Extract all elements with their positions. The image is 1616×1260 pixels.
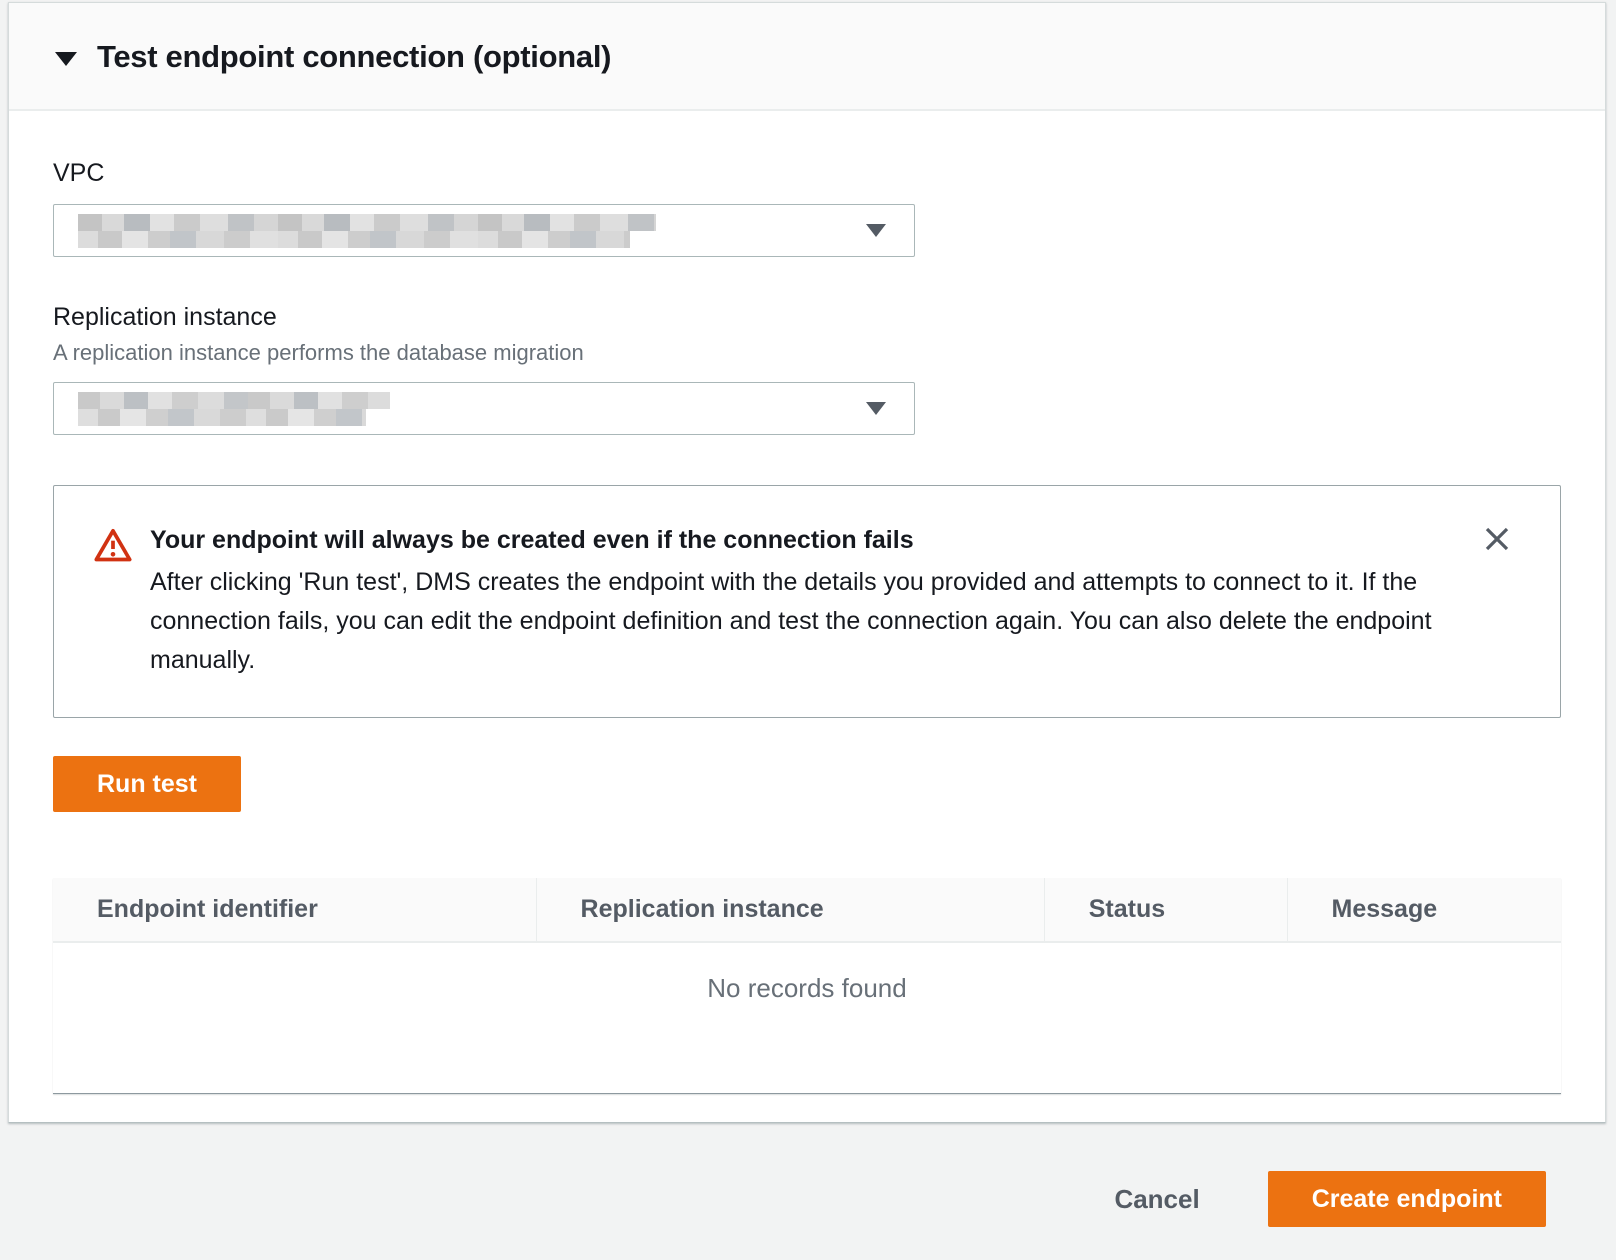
create-endpoint-button[interactable]: Create endpoint	[1268, 1171, 1546, 1227]
replication-instance-selected-value-redacted	[78, 392, 390, 426]
column-header-message: Message	[1287, 878, 1561, 941]
column-header-endpoint-identifier: Endpoint identifier	[53, 878, 536, 941]
form-footer: Cancel Create endpoint	[0, 1123, 1616, 1227]
run-test-button[interactable]: Run test	[53, 756, 241, 812]
replication-instance-description: A replication instance performs the data…	[53, 340, 1561, 366]
alert-body: After clicking 'Run test', DMS creates t…	[150, 563, 1440, 679]
vpc-selected-value-redacted	[78, 214, 656, 248]
table-body: No records found	[53, 943, 1561, 1093]
test-results-table: Endpoint identifier Replication instance…	[53, 878, 1561, 1094]
table-header-row: Endpoint identifier Replication instance…	[53, 878, 1561, 943]
chevron-down-icon	[866, 224, 886, 237]
alert-content: Your endpoint will always be created eve…	[150, 526, 1440, 679]
cancel-button[interactable]: Cancel	[1104, 1184, 1209, 1215]
vpc-label: VPC	[53, 159, 1561, 188]
chevron-down-icon	[866, 402, 886, 415]
alert-title: Your endpoint will always be created eve…	[150, 526, 1440, 555]
close-icon[interactable]	[1480, 522, 1514, 556]
replication-instance-label: Replication instance	[53, 303, 1561, 332]
vpc-field: VPC	[53, 159, 1561, 257]
section-header[interactable]: Test endpoint connection (optional)	[9, 3, 1605, 111]
warning-triangle-icon	[94, 528, 132, 679]
collapse-triangle-icon[interactable]	[55, 52, 77, 66]
section-title: Test endpoint connection (optional)	[97, 39, 611, 75]
empty-state-text: No records found	[53, 943, 1561, 1004]
test-endpoint-section: Test endpoint connection (optional) VPC …	[8, 2, 1606, 1123]
replication-instance-field: Replication instance A replication insta…	[53, 303, 1561, 435]
vpc-select[interactable]	[53, 204, 915, 257]
section-body: VPC Replication instance A replication i…	[9, 111, 1605, 1122]
column-header-replication-instance: Replication instance	[536, 878, 1044, 941]
warning-alert: Your endpoint will always be created eve…	[53, 485, 1561, 718]
column-header-status: Status	[1044, 878, 1287, 941]
page: Test endpoint connection (optional) VPC …	[0, 2, 1616, 1227]
replication-instance-select[interactable]	[53, 382, 915, 435]
